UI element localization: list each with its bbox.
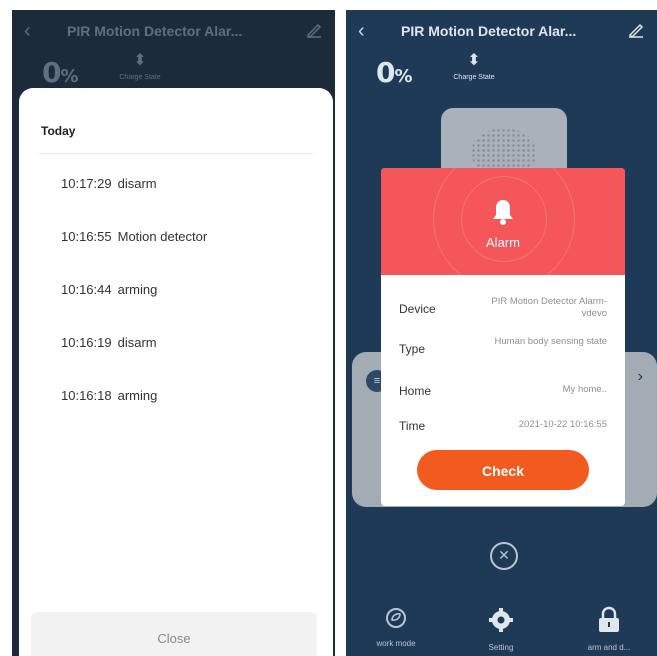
alarm-screen: ‹ PIR Motion Detector Alar... 0% ⬍ Charg… [346, 10, 657, 656]
edit-icon[interactable] [305, 20, 323, 38]
chevron-right-icon[interactable]: › [638, 368, 643, 386]
app-header: ‹ PIR Motion Detector Alar... [12, 10, 335, 54]
alarm-detail-row: Home My home.. [399, 384, 607, 398]
arm-disarm-button[interactable]: arm and d... [574, 606, 644, 652]
back-icon[interactable]: ‹ [358, 20, 365, 43]
charge-state: ⬍ Charge State [444, 50, 504, 81]
battery-level: 0% [376, 56, 413, 89]
list-item: 10:16:19 disarm [61, 335, 157, 350]
close-button[interactable]: Close [31, 612, 317, 656]
back-icon[interactable]: ‹ [24, 20, 31, 43]
alarm-dialog: Alarm Device PIR Motion Detector Alarm-v… [381, 168, 625, 506]
alarm-title: Alarm [486, 235, 520, 250]
history-group-label: Today [41, 124, 76, 138]
charge-state-label: Charge State [119, 74, 161, 81]
usb-icon: ⬍ [467, 52, 481, 69]
setting-button[interactable]: Setting [466, 606, 536, 652]
shield-icon [386, 608, 406, 628]
charge-state-label: Charge State [453, 74, 495, 81]
charge-state: ⬍ Charge State [110, 50, 170, 81]
alarm-header: Alarm [381, 168, 625, 275]
alarm-detail-row: Type Human body sensing state [399, 336, 607, 356]
history-sheet: Today 10:17:29 disarm 10:16:55 Motion dete… [19, 88, 333, 656]
app-header: ‹ PIR Motion Detector Alar... [346, 10, 657, 54]
list-item: 10:17:29 disarm [61, 176, 157, 191]
bell-icon [493, 200, 513, 225]
bottom-toolbar: work mode Setting arm and d... [346, 606, 657, 656]
edit-icon[interactable] [627, 20, 645, 38]
work-mode-button[interactable]: work mode [361, 606, 431, 648]
close-circle-icon[interactable]: ✕ [490, 542, 518, 570]
page-title: PIR Motion Detector Alar... [67, 23, 243, 39]
divider [39, 153, 313, 154]
gear-icon [489, 608, 513, 632]
battery-level: 0% [42, 56, 79, 89]
alarm-detail-row: Device PIR Motion Detector Alarm-vdevo [399, 296, 607, 319]
page-title: PIR Motion Detector Alar... [401, 23, 577, 39]
check-button[interactable]: Check [417, 450, 589, 490]
list-item: 10:16:44 arming [61, 282, 158, 297]
list-item: 10:16:55 Motion detector [61, 229, 208, 244]
alarm-detail-row: Time 2021-10-22 10:16:55 [399, 419, 607, 433]
list-item: 10:16:18 arming [61, 388, 158, 403]
history-screen: ‹ PIR Motion Detector Alar... 0% ⬍ Charg… [12, 10, 335, 656]
lock-icon [599, 606, 619, 632]
usb-icon: ⬍ [133, 52, 147, 69]
